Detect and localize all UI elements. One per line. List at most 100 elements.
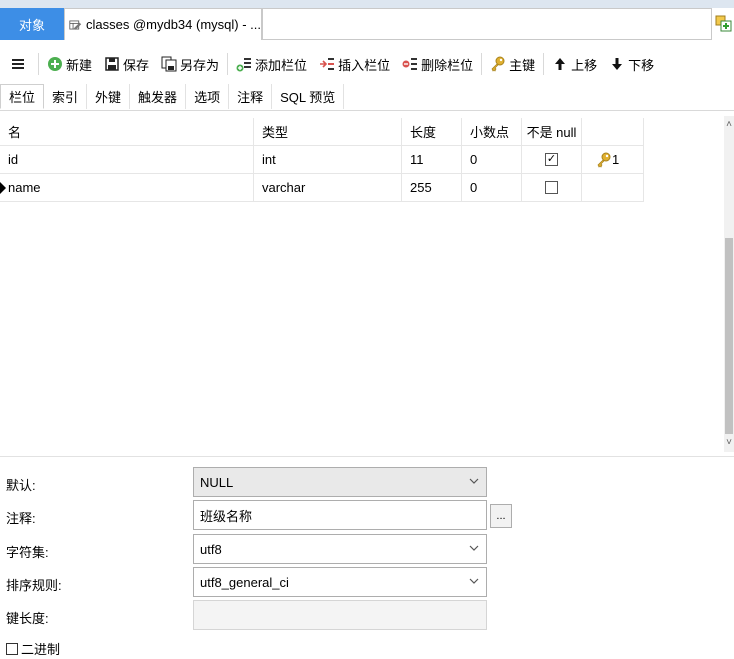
field-type-cell[interactable]: int (254, 146, 402, 174)
scroll-up-icon[interactable]: ˄ (724, 118, 734, 132)
field-key-cell (582, 174, 644, 202)
field-decimals-cell[interactable]: 0 (462, 174, 522, 202)
save-as-button-label: 另存为 (180, 57, 220, 73)
default-label: 默认: (6, 478, 36, 493)
primary-key-icon (597, 152, 611, 168)
collation-select[interactable]: utf8_general_ci (193, 567, 487, 597)
subtab-triggers-label: 触发器 (138, 90, 178, 105)
key-length-input (193, 600, 487, 630)
collation-label: 排序规则: (6, 578, 62, 593)
binary-option[interactable]: 二进制 (6, 639, 60, 658)
tab-bar: 对象 classes @mydb34 (mysql) - ... (0, 0, 734, 44)
field-not-null-cell: ✓ (522, 146, 582, 174)
header-not-null[interactable]: 不是 null (522, 118, 582, 146)
header-name[interactable]: 名 (0, 118, 254, 146)
save-as-button[interactable]: 另存为 (155, 50, 225, 78)
new-query-icon[interactable] (714, 14, 734, 34)
table-row[interactable]: id int 11 0 ✓ 1 (0, 146, 644, 174)
subtab-triggers[interactable]: 触发器 (130, 84, 187, 109)
field-length-cell[interactable]: 255 (402, 174, 462, 202)
scroll-down-icon[interactable]: ˅ (724, 436, 734, 450)
binary-checkbox[interactable] (6, 642, 18, 655)
header-length[interactable]: 长度 (402, 118, 462, 146)
delete-field-button[interactable]: 删除栏位 (396, 50, 479, 78)
subtab-fields-label: 栏位 (9, 90, 36, 105)
comment-value: 班级名称 (200, 508, 253, 524)
subtab-comment-label: 注释 (237, 90, 264, 105)
new-button[interactable]: 新建 (41, 50, 98, 78)
subtab-comment[interactable]: 注释 (229, 84, 273, 109)
insert-field-button-label: 插入栏位 (338, 57, 391, 73)
comment-input[interactable]: 班级名称 (193, 500, 487, 530)
fields-grid: 名 类型 长度 小数点 不是 null id int 11 0 ✓ 1 name… (0, 116, 724, 452)
subtab-indexes[interactable]: 索引 (44, 84, 88, 109)
grid-vertical-scrollbar[interactable]: ˄ ˅ (724, 116, 734, 452)
primary-key-button[interactable]: 主键 (484, 50, 541, 78)
field-length-cell[interactable]: 11 (402, 146, 462, 174)
tab-objects[interactable]: 对象 (0, 8, 64, 40)
toolbar-separator (481, 53, 483, 75)
header-type[interactable]: 类型 (254, 118, 402, 146)
subtab-fields[interactable]: 栏位 (0, 84, 45, 109)
tab-strip-empty (262, 8, 712, 40)
field-key-cell: 1 (582, 146, 644, 174)
field-not-null-cell (522, 174, 582, 202)
insert-field-button[interactable]: 插入栏位 (313, 50, 396, 78)
tab-table-design[interactable]: classes @mydb34 (mysql) - ... (64, 8, 262, 40)
add-field-button[interactable]: 添加栏位 (230, 50, 313, 78)
primary-key-button-label: 主键 (509, 57, 536, 73)
insert-field-icon (320, 58, 335, 70)
arrow-down-icon (612, 58, 623, 70)
delete-field-icon (402, 58, 418, 70)
comment-expand-button[interactable]: ... (490, 504, 512, 528)
toolbar: 新建 保存 另存为 添加栏位 插入栏位 删除栏位 主键 上移 下移 (0, 46, 734, 82)
subtab-options-label: 选项 (194, 90, 221, 105)
field-decimals-cell[interactable]: 0 (462, 146, 522, 174)
menu-button[interactable] (0, 50, 36, 78)
comment-label: 注释: (6, 511, 36, 526)
charset-value: utf8 (200, 541, 222, 557)
move-down-button[interactable]: 下移 (603, 50, 660, 78)
table-row[interactable]: name varchar 255 0 (0, 174, 644, 202)
new-button-label: 新建 (66, 57, 93, 73)
tab-table-design-label: classes @mydb34 (mysql) - ... (85, 17, 261, 32)
default-value: NULL (200, 474, 234, 490)
save-as-icon (161, 56, 177, 72)
grid-header-row: 名 类型 长度 小数点 不是 null (0, 118, 644, 146)
binary-label: 二进制 (21, 642, 61, 657)
key-order: 1 (612, 152, 620, 167)
subtab-sql-preview[interactable]: SQL 预览 (272, 84, 345, 109)
scrollbar-thumb[interactable] (725, 238, 733, 434)
field-type-cell[interactable]: varchar (254, 174, 402, 202)
header-key[interactable] (582, 118, 644, 146)
arrow-up-icon (555, 58, 566, 70)
subtab-foreign-keys-label: 外键 (95, 90, 122, 105)
default-select[interactable]: NULL (193, 467, 487, 497)
hamburger-menu-icon (12, 59, 24, 69)
header-decimals[interactable]: 小数点 (462, 118, 522, 146)
comment-expand-label: ... (496, 510, 506, 522)
save-button[interactable]: 保存 (98, 50, 155, 78)
toolbar-separator (227, 53, 229, 75)
chevron-down-icon (469, 545, 479, 551)
save-disk-icon (105, 57, 119, 71)
not-null-checkbox[interactable]: ✓ (545, 153, 558, 166)
charset-label: 字符集: (6, 545, 49, 560)
field-name-cell[interactable]: id (0, 146, 254, 174)
key-length-label: 键长度: (6, 611, 49, 626)
collation-value: utf8_general_ci (200, 574, 289, 590)
charset-select[interactable]: utf8 (193, 534, 487, 564)
move-up-button-label: 上移 (571, 57, 598, 73)
tab-objects-label: 对象 (18, 17, 45, 33)
move-down-button-label: 下移 (628, 57, 655, 73)
field-name-cell[interactable]: name (0, 174, 254, 202)
subtab-foreign-keys[interactable]: 外键 (87, 84, 131, 109)
add-field-icon (236, 58, 252, 72)
subtab-sql-preview-label: SQL 预览 (280, 90, 336, 105)
subtab-indexes-label: 索引 (52, 90, 79, 105)
not-null-checkbox[interactable] (545, 181, 558, 194)
move-up-button[interactable]: 上移 (546, 50, 603, 78)
chevron-down-icon (469, 578, 479, 584)
subtab-options[interactable]: 选项 (186, 84, 230, 109)
add-field-button-label: 添加栏位 (255, 57, 308, 73)
